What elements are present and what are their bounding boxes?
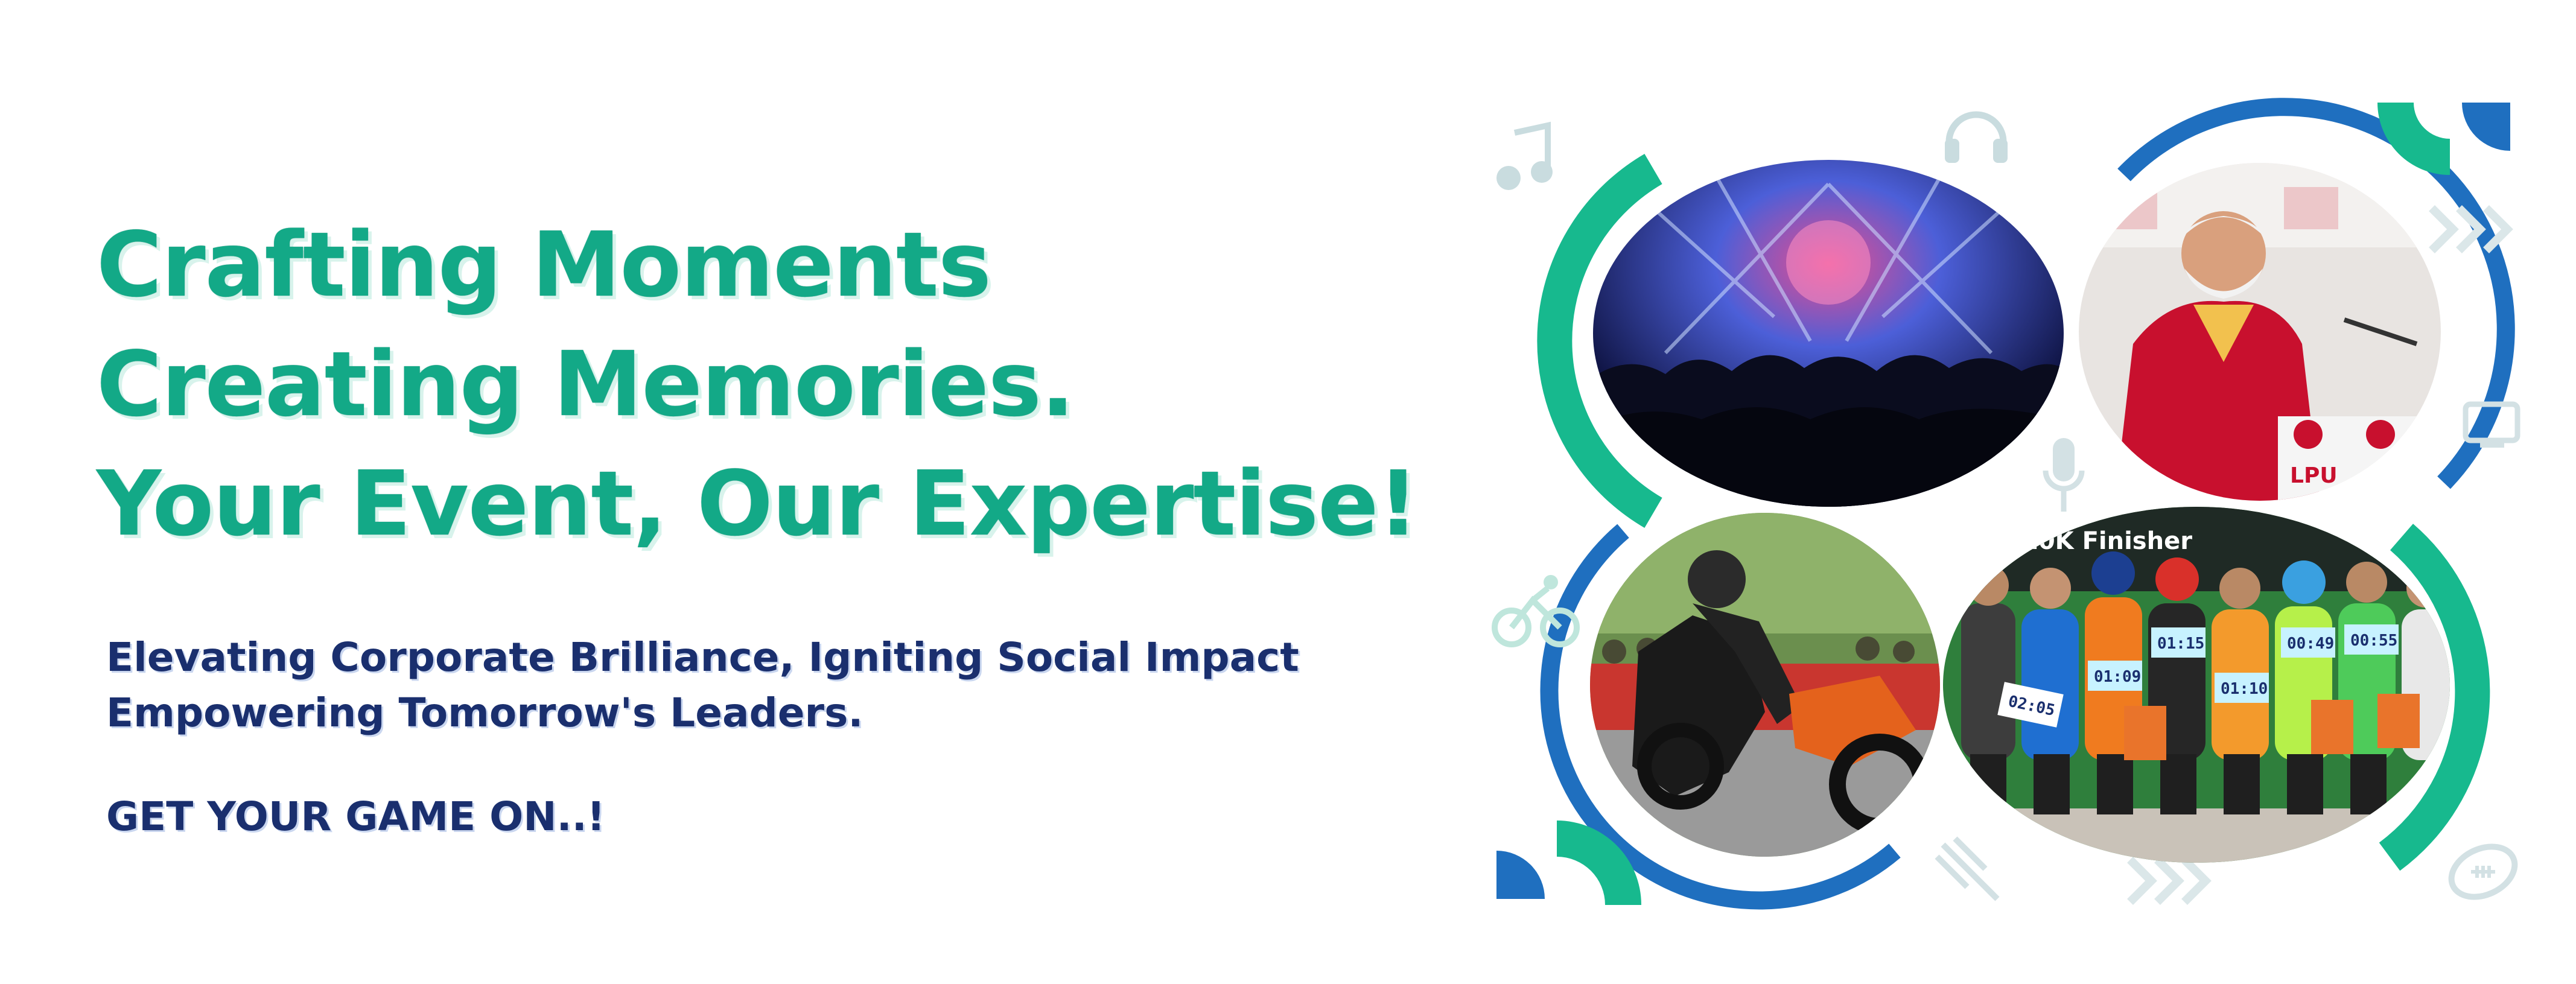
corner-quarter-green-bl xyxy=(1557,821,1641,905)
race-bib-3: 01:15 xyxy=(2157,635,2204,653)
football-icon xyxy=(2448,843,2518,900)
race-bib-5: 00:49 xyxy=(2287,635,2334,653)
headphones-icon xyxy=(1945,111,2008,163)
hero-subline: Elevating Corporate Brilliance, Igniting… xyxy=(106,630,1424,741)
podium-logo-text: LPU xyxy=(2290,463,2338,488)
marathon-finishers-photo: 10K Finisher 02:05 01:09 01:15 01:10 00:… xyxy=(1943,507,2450,863)
race-bib-6: 00:55 xyxy=(2350,632,2397,650)
corner-quarter-blue-bl xyxy=(1496,851,1545,899)
headline-line-3: Your Event, Our Expertise! xyxy=(97,452,1419,556)
hero-headline: Crafting Moments Creating Memories. Your… xyxy=(97,205,1424,563)
tv-icon xyxy=(2463,401,2520,448)
cta-text: GET YOUR GAME ON..! xyxy=(106,793,605,840)
race-bib-2: 01:09 xyxy=(2094,668,2141,686)
subline-line-1: Elevating Corporate Brilliance, Igniting… xyxy=(106,634,1299,681)
headline-line-2: Creating Memories. xyxy=(97,332,1075,436)
convocation-speaker-photo: LPU xyxy=(2079,163,2441,501)
corner-quarter-green xyxy=(2377,103,2450,175)
race-bib-4: 01:10 xyxy=(2221,680,2268,698)
headline-line-1: Crafting Moments xyxy=(97,213,991,317)
corner-quarter-blue xyxy=(2462,103,2510,151)
microphone-icon xyxy=(2043,438,2085,512)
cycling-icon xyxy=(1492,575,1580,647)
subline-line-2: Empowering Tomorrow's Leaders. xyxy=(106,690,863,736)
hero-text-block: Crafting Moments Creating Memories. Your… xyxy=(97,205,1424,845)
music-note-icon xyxy=(1496,121,1553,190)
event-photo-collage: LPU 10K Finisher 02:05 01:09 01:15 01:10… xyxy=(1472,90,2534,923)
concert-crowd-photo xyxy=(1593,160,2064,507)
chevrons-icon xyxy=(2429,205,2513,253)
motorbike-stunt-photo xyxy=(1590,513,1940,857)
badminton-icon xyxy=(1935,836,2000,901)
